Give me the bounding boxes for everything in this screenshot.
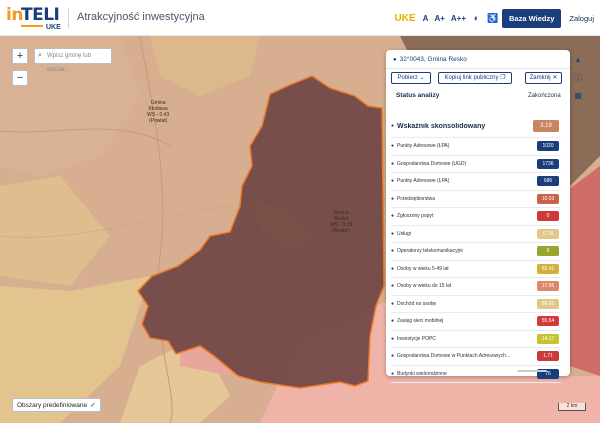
app-header: in TELI UKE Atrakcyjność inwestycyjna UK… [0,0,600,36]
info-icon[interactable]: ⓘ [572,72,584,86]
panel-title: ● 32°0043, Gmina Resko [393,56,467,63]
analysis-row-label: Operatorzy telekomunikacyjni [397,248,463,255]
analysis-row[interactable]: ● Gospodarstwa Domowe w Punktach Adresowy… [391,348,561,366]
logo-teli: TELI [21,5,60,25]
analysis-value-badge: 66.01 [537,298,559,309]
analysis-row-label: Zasięg sieci mobilnej [397,318,444,325]
analysis-value-badge: 17.56 [537,281,559,292]
analysis-row-label: Gospodarstwa Domowe (UGD) [397,160,467,167]
download-button[interactable]: Pobierz ⌄ [391,72,431,84]
analysis-row[interactable]: ● Przedsiębiorstwa 10.03 [391,191,561,208]
close-label: Zamknij [529,75,551,81]
analysis-row[interactable]: ● Punkty Adresowe (LPA) 686 [391,173,561,191]
predefined-areas-toggle[interactable]: Obszary predefiniowane ✓ [12,398,101,412]
analysis-row[interactable]: ● Inwestycje POPC 14.17 [391,331,561,348]
analysis-row[interactable]: ● Budynki wielorodzinne 75 [391,366,561,383]
map-scale-bar: 2 km [558,403,586,411]
analysis-row-label: Zgłoszony popyt [397,213,434,220]
analysis-value-badge: 0.78 [537,228,559,239]
analysis-row[interactable]: ● Zasięg sieci mobilnej 55.54 [391,313,561,331]
font-size-small-button[interactable]: A [423,14,429,23]
analysis-row-label: Wskaźnik skonsolidowany [397,122,486,130]
copy-icon: ❐ [500,75,506,81]
logo-uke: UKE [46,24,61,31]
col-status-header: Status analizy [396,92,440,99]
uke-mark: UKE [394,12,416,24]
analysis-row-label: Punkty Adresowe (LPA) [397,178,450,185]
close-icon: ✕ [552,75,558,81]
analysis-value-badge: 0 [537,211,559,222]
intelli-logo[interactable]: in TELI UKE [6,3,64,33]
analysis-row-label: Dochód na osobę [397,300,437,307]
panel-separator [386,68,570,69]
analysis-row-label: Usługi [397,230,411,237]
label-west-line4: (Powiat) [148,118,168,124]
analysis-value-badge: 65.41 [537,263,559,274]
knowledge-base-button[interactable]: Baza Wiedzy [502,8,562,28]
analysis-value-badge: 10.03 [537,193,559,204]
analysis-value-badge: 6 [537,246,559,257]
analysis-row[interactable]: ● Usługi 0.78 [391,226,561,243]
app-title: Atrakcyjność inwestycyjna [77,11,205,23]
analysis-value-badge: 14.17 [537,333,559,344]
analysis-row[interactable]: ● Punkty Adresowe (ŁPA) 1020 [391,138,561,156]
analysis-row-label: Punkty Adresowe (ŁPA) [397,143,450,150]
analysis-panel: ● 32°0043, Gmina Resko Pobierz ⌄ Kopiuj l… [386,50,570,383]
copy-link-button[interactable]: Kopiuj link publiczny ❐ [438,72,512,84]
zoom-in-button[interactable]: + [12,48,28,64]
location-pin-icon: ● [393,57,397,63]
analysis-row-label: Budynki wielorodzinne [397,370,447,377]
panel-title-text: 32°0043, Gmina Resko [399,56,467,63]
analysis-row[interactable]: ● Wskaźnik skonsolidowany 3.19 [391,115,561,138]
search-input[interactable]: ⌕ Wpisz gminę lub obszar... [34,48,112,73]
panel-scrollbar[interactable] [517,370,547,372]
analysis-value-badge: 1020 [537,141,559,152]
copy-link-label: Kopiuj link publiczny [444,75,499,81]
analysis-value-badge: 1736 [537,158,559,169]
analysis-row-label: Inwestycje POPC [397,335,436,342]
download-label: Pobierz [397,75,418,81]
check-icon: ✓ [90,402,96,409]
analysis-value-badge: 3.19 [533,120,559,132]
analysis-row[interactable]: ● Zgłoszony popyt 0 [391,208,561,226]
map-label-west: Gmina Kłodawa WS - 0.43 (Powiat) [147,100,169,124]
analysis-row[interactable]: ● Operatorzy telekomunikacyjni 6 [391,243,561,261]
col-done-header: Zakończona [528,93,561,99]
contrast-icon[interactable]: ◐ [472,13,481,23]
label-center-line4: (Resko) [332,228,350,234]
analysis-row-label: Osoby w wieku do 15 lat [397,283,452,290]
analysis-value-badge: 1.71 [537,351,559,362]
chart-icon[interactable]: ▴ [572,53,584,67]
map-label-center: Gmina Resko WS - 3.19 (Resko) [330,210,352,234]
header-divider [68,8,69,28]
analysis-list: ● Wskaźnik skonsolidowany 3.19 ● Punkty Adre… [391,115,561,383]
analysis-row[interactable]: ● Osoby w wieku 5-49 lat 65.41 [391,261,561,278]
map-icon[interactable]: ▦ [572,89,584,103]
analysis-row-label: Gospodarstwa Domowe w Punktach Adresowyc… [397,353,511,360]
analysis-row[interactable]: ● Osoby w wieku do 15 lat 17.56 [391,278,561,296]
analysis-value-badge: 686 [537,176,559,187]
header-actions: UKE A A+ A++ ◐ ♿ Baza Wiedzy Zaloguj [395,7,594,29]
analysis-row-label: Przedsiębiorstwa [397,195,436,202]
font-size-medium-button[interactable]: A+ [434,14,444,23]
analysis-row[interactable]: ● Gospodarstwa Domowe (UGD) 1736 [391,156,561,173]
predefined-areas-label: Obszary predefiniowane [17,401,88,409]
close-button[interactable]: Zamknij ✕ [525,72,562,84]
analysis-row[interactable]: ● Dochód na osobę 66.01 [391,296,561,313]
login-link[interactable]: Zaloguj [569,14,594,23]
analysis-row-label: Osoby w wieku 5-49 lat [397,265,449,272]
accessibility-icon[interactable]: ♿ [487,13,498,23]
chevron-down-icon: ⌄ [419,75,425,81]
logo-underline [21,25,43,27]
search-icon: ⌕ [38,52,42,59]
font-size-large-button[interactable]: A++ [451,14,466,23]
analysis-value-badge: 55.54 [537,316,559,327]
zoom-out-button[interactable]: − [12,70,28,86]
